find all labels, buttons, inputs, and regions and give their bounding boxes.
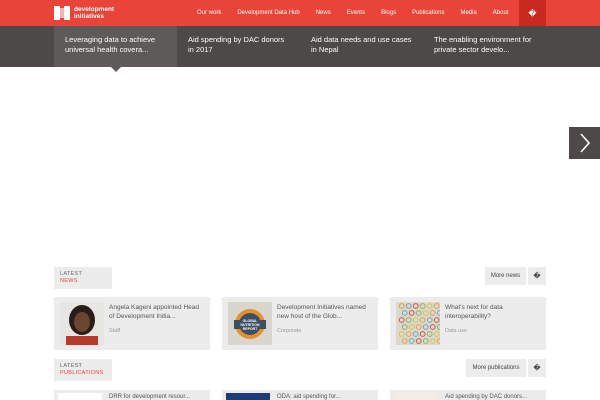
featured-story-tab[interactable]: Leveraging data to achieve universal hea…	[54, 26, 177, 72]
latest-publications-label: LATEST PUBLICATIONS	[54, 359, 112, 381]
more-news-button[interactable]: More news	[485, 267, 526, 285]
logo-line-2: initiatives	[74, 13, 104, 20]
nav-our-work[interactable]: Our work	[189, 0, 229, 26]
nav-publications[interactable]: Publications	[404, 0, 452, 26]
featured-story-title: Aid data needs and use cases in Nepal	[311, 35, 412, 54]
news-category: Data use	[445, 328, 468, 334]
top-navigation-bar: development initiatives Our work Develop…	[0, 0, 600, 26]
featured-story-tab[interactable]: Aid data needs and use cases in Nepal	[300, 26, 423, 67]
report-badge-text: GLOBAL NUTRITION REPORT	[228, 319, 272, 331]
search-button[interactable]: �	[519, 0, 546, 26]
news-card[interactable]: Angela Kageni appointed Head of Developm…	[54, 297, 210, 350]
publication-thumbnail	[58, 393, 102, 400]
pattern-image	[396, 302, 440, 345]
publication-thumbnail	[226, 393, 270, 400]
feed-icon: �	[533, 273, 541, 280]
logo-line-1: development	[74, 6, 115, 13]
news-title: Angela Kageni appointed Head of Developm…	[109, 304, 199, 320]
featured-story-title: Aid spending by DAC donors in 2017	[188, 35, 285, 54]
logo-wordmark: development initiatives	[74, 6, 114, 20]
publications-feed-button[interactable]: �	[528, 359, 546, 377]
news-title: What’s next for data interoperability?	[445, 304, 503, 320]
publication-card[interactable]: ODA: aid spending for...	[222, 390, 378, 400]
nav-development-data-hub[interactable]: Development Data Hub	[229, 0, 307, 26]
nav-about[interactable]: About	[485, 0, 517, 26]
main-nav: Our work Development Data Hub News Event…	[189, 0, 516, 26]
news-card[interactable]: What’s next for data interoperability? D…	[390, 297, 546, 350]
portrait-image	[60, 302, 104, 345]
latest-news-label: LATEST NEWS	[54, 267, 112, 289]
news-category: Corporate	[277, 328, 302, 334]
featured-story-title: Leveraging data to achieve universal hea…	[65, 35, 156, 54]
active-caret-icon	[111, 67, 121, 72]
badge-line-3: REPORT	[242, 327, 258, 331]
publication-title: ODA: aid spending for...	[277, 394, 341, 400]
news-card[interactable]: GLOBAL NUTRITION REPORT Development Init…	[222, 297, 378, 350]
news-thumbnail: GLOBAL NUTRITION REPORT	[228, 302, 272, 345]
nav-media[interactable]: Media	[452, 0, 484, 26]
nav-news[interactable]: News	[308, 0, 339, 26]
site-logo[interactable]: development initiatives	[54, 3, 134, 23]
search-icon: �	[528, 8, 537, 18]
featured-story-title: The enabling environment for private sec…	[434, 35, 532, 54]
publication-title: DRR for development resour...	[109, 394, 191, 400]
section-label-bottom: PUBLICATIONS	[60, 369, 104, 376]
section-label-bottom: NEWS	[60, 277, 78, 284]
publication-thumbnail	[394, 393, 438, 400]
news-thumbnail	[60, 302, 104, 345]
news-thumbnail	[396, 302, 440, 345]
publication-title: Aid spending by DAC donors...	[445, 394, 528, 400]
logo-mark-icon	[54, 6, 70, 20]
news-title: Development Initiatives named new host o…	[277, 304, 366, 320]
featured-story-tab[interactable]: The enabling environment for private sec…	[423, 26, 546, 67]
slider-next-button[interactable]	[569, 127, 600, 159]
featured-story-tab[interactable]: Aid spending by DAC donors in 2017	[177, 26, 300, 67]
news-feed-button[interactable]: �	[528, 267, 546, 285]
publication-card[interactable]: Aid spending by DAC donors...	[390, 390, 546, 400]
chevron-right-icon	[579, 133, 590, 153]
nav-blogs[interactable]: Blogs	[373, 0, 404, 26]
more-publications-button[interactable]: More publications	[466, 359, 526, 377]
news-category: Staff	[109, 328, 121, 334]
publication-card[interactable]: DRR for development resour...	[54, 390, 210, 400]
feed-icon: �	[533, 365, 541, 372]
nav-events[interactable]: Events	[339, 0, 373, 26]
